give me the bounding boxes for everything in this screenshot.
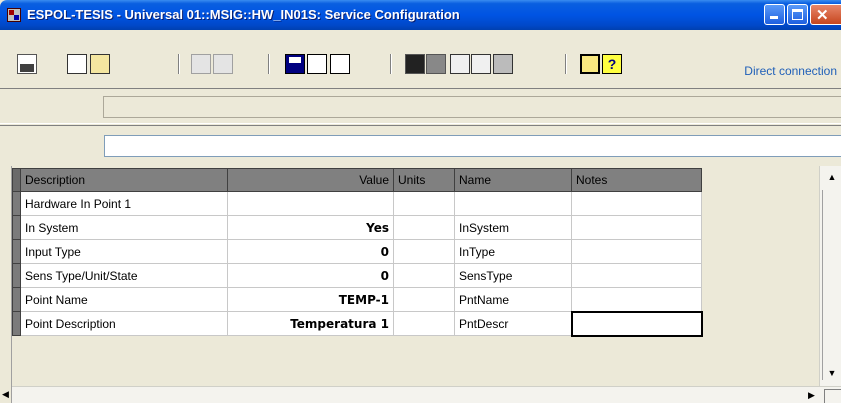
tool-icon[interactable]: [471, 54, 491, 74]
cell-value[interactable]: [227, 191, 394, 216]
vertical-scrollbar[interactable]: ▲ ▼: [819, 166, 841, 386]
save-icon[interactable]: [285, 54, 305, 74]
column-header-units[interactable]: Units: [393, 168, 455, 192]
app-icon[interactable]: [7, 8, 21, 22]
close-button[interactable]: ✕: [810, 4, 841, 25]
cell-name[interactable]: [454, 191, 572, 216]
maximize-icon: [792, 9, 803, 20]
column-header-description[interactable]: Description: [20, 168, 228, 192]
cell-units[interactable]: [393, 263, 455, 288]
scroll-down-icon[interactable]: ▼: [822, 364, 841, 382]
paste-icon[interactable]: [90, 54, 110, 74]
cell-units[interactable]: [393, 239, 455, 264]
cell-name[interactable]: PntDescr: [454, 311, 572, 336]
tool-icon[interactable]: [450, 54, 470, 74]
table-row[interactable]: Hardware In Point 1: [12, 191, 702, 216]
address-input[interactable]: [104, 135, 841, 157]
window-title: ESPOL-TESIS - Universal 01::MSIG::HW_IN0…: [27, 7, 460, 22]
printer-icon[interactable]: [17, 54, 37, 74]
cell-description[interactable]: Sens Type/Unit/State: [20, 263, 228, 288]
table-row[interactable]: In System Yes InSystem: [12, 215, 702, 240]
config-grid: Description Value Units Name Notes Hardw…: [12, 168, 703, 337]
cell-description[interactable]: Point Name: [20, 287, 228, 312]
toolbar-separator: [178, 54, 180, 74]
cell-description[interactable]: Point Description: [20, 311, 228, 336]
sort-ascending-icon[interactable]: [307, 54, 327, 74]
table-row[interactable]: Point Name TEMP-1 PntName: [12, 287, 702, 312]
cell-units[interactable]: [393, 191, 455, 216]
cell-notes[interactable]: [571, 287, 702, 312]
cell-description[interactable]: In System: [20, 215, 228, 240]
cell-value[interactable]: TEMP-1: [227, 287, 394, 312]
grid-left-rail: [0, 166, 12, 403]
toolbar: ? Direct connection: [0, 30, 841, 88]
column-header-value[interactable]: Value: [227, 168, 394, 192]
row-selector[interactable]: [12, 239, 21, 264]
table-row[interactable]: Input Type 0 InType: [12, 239, 702, 264]
grid-header-row: Description Value Units Name Notes: [12, 168, 702, 192]
address-panel: [0, 125, 841, 165]
column-header-notes[interactable]: Notes: [571, 168, 702, 192]
gears-icon[interactable]: [493, 54, 513, 74]
title-bar[interactable]: ESPOL-TESIS - Universal 01::MSIG::HW_IN0…: [0, 0, 841, 30]
cell-value[interactable]: 0: [227, 263, 394, 288]
toolbar-separator: [268, 54, 270, 74]
table-row[interactable]: Sens Type/Unit/State 0 SensType: [12, 263, 702, 288]
toolbar-separator: [565, 54, 567, 74]
no-connect-icon[interactable]: [213, 54, 233, 74]
sort-descending-icon[interactable]: [330, 54, 350, 74]
cell-notes[interactable]: [571, 263, 702, 288]
row-selector[interactable]: [12, 191, 21, 216]
cell-units[interactable]: [393, 311, 455, 336]
row-selector[interactable]: [12, 215, 21, 240]
window-icon[interactable]: [580, 54, 600, 74]
cell-notes[interactable]: [571, 191, 702, 216]
minimize-icon: [770, 16, 778, 19]
cell-value[interactable]: 0: [227, 239, 394, 264]
camera-icon[interactable]: [405, 54, 425, 74]
copy-icon[interactable]: [67, 54, 87, 74]
connection-status-link[interactable]: Direct connection: [744, 64, 837, 78]
cell-name[interactable]: InSystem: [454, 215, 572, 240]
cell-value[interactable]: Yes: [227, 215, 394, 240]
cell-name[interactable]: PntName: [454, 287, 572, 312]
size-grip: [824, 389, 841, 403]
cell-notes[interactable]: [571, 239, 702, 264]
scroll-right-icon[interactable]: ▶: [808, 387, 815, 403]
status-panel: [0, 88, 841, 124]
bolt-icon[interactable]: [191, 54, 211, 74]
table-row[interactable]: Point Description Temperatura 1 PntDescr: [12, 310, 703, 337]
eye-icon[interactable]: [426, 54, 446, 74]
cell-value[interactable]: Temperatura 1: [227, 311, 394, 336]
status-field: [103, 96, 841, 118]
horizontal-scrollbar[interactable]: ▶: [12, 386, 841, 403]
cell-name[interactable]: SensType: [454, 263, 572, 288]
cell-name[interactable]: InType: [454, 239, 572, 264]
cell-units[interactable]: [393, 215, 455, 240]
help-icon[interactable]: ?: [602, 54, 622, 74]
scroll-up-icon[interactable]: ▲: [822, 168, 841, 186]
cell-notes-active[interactable]: [570, 310, 703, 337]
cell-description[interactable]: Hardware In Point 1: [20, 191, 228, 216]
minimize-button[interactable]: [764, 4, 785, 25]
column-header-name[interactable]: Name: [454, 168, 572, 192]
cell-description[interactable]: Input Type: [20, 239, 228, 264]
row-selector[interactable]: [12, 311, 21, 336]
row-selector-header[interactable]: [12, 168, 21, 192]
cell-notes[interactable]: [571, 215, 702, 240]
scroll-left-icon[interactable]: ◀: [0, 386, 12, 403]
row-selector[interactable]: [12, 287, 21, 312]
toolbar-separator: [390, 54, 392, 74]
row-selector[interactable]: [12, 263, 21, 288]
maximize-button[interactable]: [787, 4, 808, 25]
close-icon: ✕: [816, 7, 829, 24]
cell-units[interactable]: [393, 287, 455, 312]
scrollbar-track[interactable]: [822, 190, 841, 380]
